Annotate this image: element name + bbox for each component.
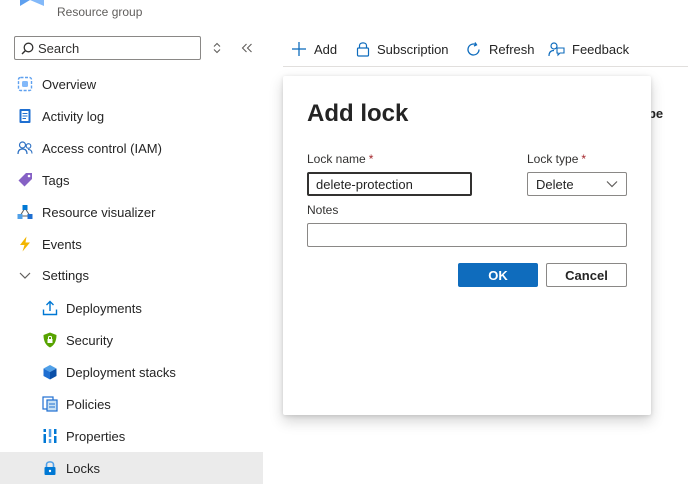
sidebar-group-settings[interactable]: Settings: [0, 259, 263, 291]
tag-icon: [18, 173, 32, 187]
sidebar-item-label: Overview: [42, 77, 97, 92]
sidebar-item-label: Deployments: [66, 301, 142, 316]
sidebar-item-label: Policies: [66, 397, 111, 412]
lock-type-label: Lock type *: [527, 152, 587, 166]
upload-icon: [42, 300, 58, 316]
sidebar-item-tags[interactable]: Tags: [0, 164, 263, 196]
required-marker: *: [581, 152, 587, 166]
cube-icon: [43, 365, 57, 380]
dialog-title: Add lock: [307, 100, 409, 127]
activity-log-icon: [19, 109, 31, 123]
lock-name-input[interactable]: [307, 172, 472, 196]
resource-group-subtitle: Resource group: [57, 5, 143, 19]
feedback-icon: [548, 41, 565, 56]
search-box[interactable]: [14, 36, 201, 60]
required-marker: *: [368, 152, 374, 166]
sidebar-item-label: Settings: [42, 268, 89, 283]
sidebar-item-label: Activity log: [42, 109, 105, 124]
chevron-down-icon: [606, 181, 618, 188]
sidebar-item-label: Properties: [66, 429, 126, 444]
resource-group-header: Resource group: [0, 0, 280, 30]
sidebar-item-label: Tags: [42, 173, 70, 188]
refresh-icon: [467, 41, 480, 56]
policy-icon: [42, 396, 58, 412]
double-chevron-left-icon: [241, 43, 252, 53]
sidebar-item-access-control[interactable]: Access control (IAM): [0, 132, 263, 164]
lock-type-dropdown[interactable]: Delete: [527, 172, 627, 196]
sidebar-item-label: Deployment stacks: [66, 365, 176, 380]
sidebar-item-label: Locks: [66, 461, 100, 476]
collapse-sidebar-button[interactable]: [239, 40, 255, 56]
sidebar-item-policies[interactable]: Policies: [0, 388, 263, 420]
sidebar-item-label: Events: [42, 237, 82, 252]
lock-outline-icon: [356, 42, 370, 57]
refresh-button[interactable]: Refresh: [465, 39, 535, 59]
search-icon: [21, 42, 34, 55]
sidebar-item-deployment-stacks[interactable]: Deployment stacks: [0, 356, 263, 388]
up-down-icon: [213, 42, 221, 54]
overview-icon: [17, 76, 33, 92]
lightning-icon: [20, 236, 30, 252]
sidebar-item-label: Security: [66, 333, 113, 348]
lock-name-label: Lock name *: [307, 152, 374, 166]
plus-icon: [292, 42, 306, 56]
sidebar-item-label: Resource visualizer: [42, 205, 156, 220]
sidebar-item-resource-visualizer[interactable]: Resource visualizer: [0, 196, 263, 228]
sidebar-item-label: Access control (IAM): [42, 141, 162, 156]
add-lock-dialog: Add lock Lock name* Lock type* Delete No…: [283, 76, 651, 415]
sidebar-item-activity-log[interactable]: Activity log: [0, 100, 263, 132]
add-button[interactable]: Add: [291, 39, 337, 59]
notes-label: Notes: [307, 203, 339, 217]
properties-icon: [43, 429, 57, 443]
sidebar-item-locks[interactable]: Locks: [0, 452, 263, 484]
sidebar: Overview Activity log Access control (IA…: [0, 30, 263, 485]
sidebar-item-deployments[interactable]: Deployments: [0, 292, 263, 324]
people-icon: [17, 141, 33, 155]
feedback-button[interactable]: Feedback: [548, 39, 629, 59]
shield-icon: [43, 332, 57, 348]
toolbar-divider: [283, 66, 688, 67]
visualizer-icon: [17, 205, 33, 219]
sidebar-item-overview[interactable]: Overview: [0, 68, 263, 100]
chevron-down-icon: [19, 272, 31, 279]
command-bar: Add Subscription Refresh Feedback: [283, 30, 688, 66]
sidebar-item-properties[interactable]: Properties: [0, 420, 263, 452]
lock-icon: [44, 461, 56, 475]
subscription-button[interactable]: Subscription: [356, 39, 449, 59]
search-input[interactable]: [38, 39, 196, 57]
sidebar-item-events[interactable]: Events: [0, 228, 263, 260]
notes-input[interactable]: [307, 223, 627, 247]
cancel-button[interactable]: Cancel: [546, 263, 627, 287]
resource-group-icon: [20, 0, 44, 6]
sort-toggle-button[interactable]: [209, 40, 225, 56]
sidebar-item-security[interactable]: Security: [0, 324, 263, 356]
lock-type-value: Delete: [536, 177, 574, 192]
ok-button[interactable]: OK: [458, 263, 538, 287]
